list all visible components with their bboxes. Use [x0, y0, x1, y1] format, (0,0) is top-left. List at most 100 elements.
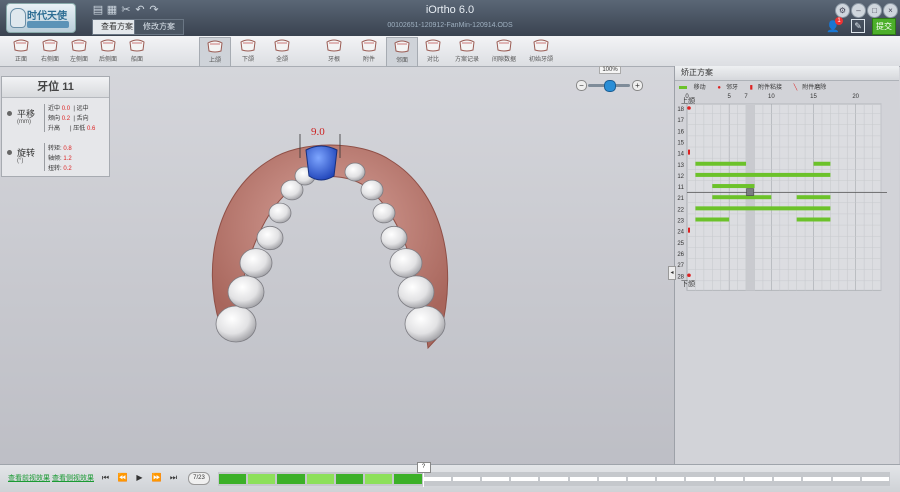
tool-compare[interactable]: 对比 [418, 37, 448, 65]
timeline-step-segment[interactable] [394, 474, 422, 484]
timeline-step-segment[interactable] [481, 477, 510, 481]
timeline-step-segment[interactable] [774, 477, 802, 481]
translation-row-mesial: 近中 0.0 | 远中 [48, 106, 89, 112]
timeline-step-segment[interactable] [686, 477, 714, 481]
tooth[interactable] [239, 248, 273, 278]
tool-left-side-view[interactable]: 左侧面 [64, 37, 94, 65]
tooth[interactable] [344, 162, 366, 182]
play-icon[interactable]: ▶ [134, 472, 145, 483]
minimize-icon[interactable]: – [851, 3, 866, 18]
movement-bar[interactable] [712, 184, 755, 189]
settings-icon[interactable]: ⚙ [835, 3, 850, 18]
timeline-step-segment[interactable] [598, 477, 627, 481]
tool-upper-jaw[interactable]: 上颌 [199, 37, 231, 67]
tool-interproximal[interactable]: 邻面 [386, 37, 418, 67]
rotation-row-rotation: 扭转: 0.2 [48, 166, 72, 172]
tooth[interactable] [256, 225, 284, 251]
timeline-step-segment[interactable] [219, 474, 247, 484]
tooth[interactable] [360, 179, 384, 201]
tooth[interactable] [404, 305, 446, 343]
tool-front-view[interactable]: 正面 [6, 37, 36, 65]
plan-title: 矫正方案 [675, 66, 899, 81]
movement-bar[interactable] [813, 161, 831, 166]
tool-plan-record[interactable]: 方案记录 [452, 37, 482, 65]
timeline-step-segment[interactable] [277, 474, 305, 484]
next-step-icon[interactable]: ⏩ [151, 472, 162, 483]
timeline-step-segment[interactable] [365, 474, 393, 484]
step-timeline[interactable]: ? [218, 462, 890, 487]
timeline-step-segment[interactable] [832, 477, 860, 481]
timeline-step-segment[interactable] [540, 477, 568, 481]
tooth[interactable] [372, 202, 396, 224]
timeline-marker[interactable]: ? [416, 462, 431, 473]
first-step-icon[interactable]: ⏮ [100, 472, 111, 483]
tool-occlusal-view[interactable]: 船面 [122, 37, 152, 65]
zoom-in-button[interactable]: + [632, 80, 643, 91]
movement-bar[interactable] [695, 172, 831, 177]
tooth[interactable] [380, 225, 408, 251]
timeline-step-segment[interactable] [248, 474, 276, 484]
timeline-step-segment[interactable] [511, 477, 539, 481]
submit-button[interactable]: 提交 [872, 18, 896, 35]
step-axis-label: 10 [768, 94, 775, 100]
tool-right-side-view[interactable]: 右侧面 [35, 37, 65, 65]
timeline-step-segment[interactable] [803, 477, 831, 481]
tooth[interactable] [389, 248, 423, 278]
timeline-step-segment[interactable] [657, 477, 685, 481]
view-side-link[interactable]: 查看侧视效果 [52, 473, 94, 483]
compare-icon [425, 39, 441, 52]
collapse-panel-arrow[interactable]: ◂ [668, 266, 676, 280]
upper-jaw-label: 上颌 [681, 98, 695, 105]
edit-icon[interactable]: ✎ [851, 19, 865, 33]
zoom-control: 100% − + [576, 66, 643, 92]
timeline-step-segment[interactable] [452, 477, 480, 481]
tool-full-jaw[interactable]: 全颌 [267, 37, 297, 65]
tooth-row-label: 23 [677, 219, 684, 225]
timeline-step-segment[interactable] [861, 477, 889, 481]
treatment-plan-panel: 矫正方案 移动 ● 邻牙 ▮ 附件粘接 ╲ 附件磨除 0 5 7 10 15 20 18 17 16 1… [674, 66, 899, 464]
current-step-handle[interactable] [746, 188, 754, 196]
tool-gap-data[interactable]: 间隙数据 [489, 37, 519, 65]
prev-step-icon[interactable]: ⏪ [117, 472, 128, 483]
zoom-out-button[interactable]: − [576, 80, 587, 91]
timeline-step-segment[interactable] [715, 477, 743, 481]
timeline-step-segment[interactable] [335, 474, 364, 484]
tooth[interactable] [268, 202, 292, 224]
tool-back-view[interactable]: 后侧面 [93, 37, 123, 65]
movement-bar[interactable] [796, 217, 831, 222]
tooth-row-label: 13 [677, 163, 684, 169]
attachment-marker [688, 149, 690, 155]
tool-tooth-root[interactable]: 牙根 [319, 37, 349, 65]
tool-attachment[interactable]: 附件 [354, 37, 384, 65]
selected-tooth-11[interactable] [305, 145, 338, 181]
timeline-step-segment[interactable] [423, 477, 451, 481]
movement-bar[interactable] [695, 161, 747, 166]
tool-label: 后侧面 [98, 57, 117, 63]
view-front-link[interactable]: 查看前视效果 [8, 473, 50, 483]
rotation-unit: (°) [17, 158, 24, 164]
timeline-step-segment[interactable] [569, 477, 597, 481]
timeline-step-segment[interactable] [628, 477, 656, 481]
tool-initial-jaw[interactable]: 初始牙颌 [526, 37, 556, 65]
tool-label: 初始牙颌 [528, 57, 553, 63]
zoom-slider-handle[interactable] [604, 80, 616, 92]
upper-arch-3d-view[interactable] [180, 110, 480, 380]
full-jaw-icon [274, 39, 290, 52]
last-step-icon[interactable]: ⏭ [168, 472, 179, 483]
attachment-icon [361, 39, 377, 52]
restore-icon[interactable]: □ [867, 3, 882, 18]
tool-lower-jaw[interactable]: 下颌 [233, 37, 263, 65]
close-icon[interactable]: × [883, 3, 898, 18]
tooth[interactable] [227, 275, 265, 309]
tooth[interactable] [397, 275, 435, 309]
current-step-line [422, 471, 424, 487]
file-name: 00102651-120912-FanMin-120914.ODS [387, 22, 513, 29]
movement-bar[interactable] [796, 195, 831, 200]
movement-bar[interactable] [712, 195, 772, 200]
tooth[interactable] [215, 305, 257, 343]
movement-bar[interactable] [695, 217, 730, 222]
staging-grid[interactable]: 0 5 7 10 15 201817161514131211212223242526272… [675, 88, 899, 464]
timeline-step-segment[interactable] [306, 474, 334, 484]
movement-bar[interactable] [695, 206, 831, 211]
timeline-step-segment[interactable] [744, 477, 773, 481]
